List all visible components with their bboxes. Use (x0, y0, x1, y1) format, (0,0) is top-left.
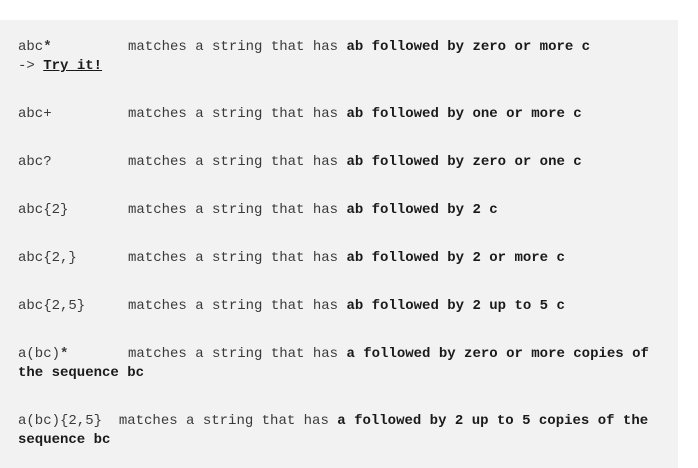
quantifier-entry-plus: abc+ matches a string that has ab followe… (18, 105, 668, 124)
pattern: abc{2,5} (18, 298, 86, 314)
description-prefix: matches a string that has (128, 106, 347, 122)
pattern: abc* (18, 39, 52, 55)
description-prefix: matches a string that has (128, 250, 347, 266)
description-prefix: matches a string that has (128, 154, 347, 170)
description-prefix: matches a string that has (128, 39, 347, 55)
quantifier-entry-min: abc{2,} matches a string that has ab foll… (18, 249, 668, 268)
quantifier-entry-question: abc? matches a string that has ab followe… (18, 153, 668, 172)
description-bold: ab followed by zero or more c (346, 39, 591, 55)
description-bold: ab followed by one or more c (346, 106, 582, 122)
description-bold: ab followed by 2 c (346, 202, 498, 218)
pattern: abc? (18, 154, 52, 170)
code-block: abc* matches a string that has ab followe… (0, 20, 678, 468)
description-prefix: matches a string that has (128, 346, 347, 362)
pattern: abc+ (18, 106, 52, 122)
description-prefix: matches a string that has (128, 298, 347, 314)
pattern: abc{2,} (18, 250, 77, 266)
quantifier-entry-exact: abc{2} matches a string that has ab follo… (18, 201, 668, 220)
description-bold: ab followed by 2 up to 5 c (346, 298, 565, 314)
description-bold: ab followed by 2 or more c (346, 250, 565, 266)
pattern: a(bc){2,5} (18, 413, 103, 429)
description-bold: ab followed by zero or one c (346, 154, 582, 170)
pattern: abc{2} (18, 202, 69, 218)
arrow: -> (18, 58, 35, 74)
quantifier-entry-group-star: a(bc)* matches a string that has a follow… (18, 345, 668, 383)
quantifier-entry-star: abc* matches a string that has ab followe… (18, 38, 668, 76)
description-prefix: matches a string that has (118, 413, 338, 429)
description-prefix: matches a string that has (128, 202, 347, 218)
quantifier-entry-group-range: a(bc){2,5} matches a string that has a f… (18, 412, 668, 450)
pattern: a(bc)* (18, 346, 69, 362)
try-it-link[interactable]: Try it! (43, 58, 102, 74)
quantifier-entry-range: abc{2,5} matches a string that has ab fol… (18, 297, 668, 316)
